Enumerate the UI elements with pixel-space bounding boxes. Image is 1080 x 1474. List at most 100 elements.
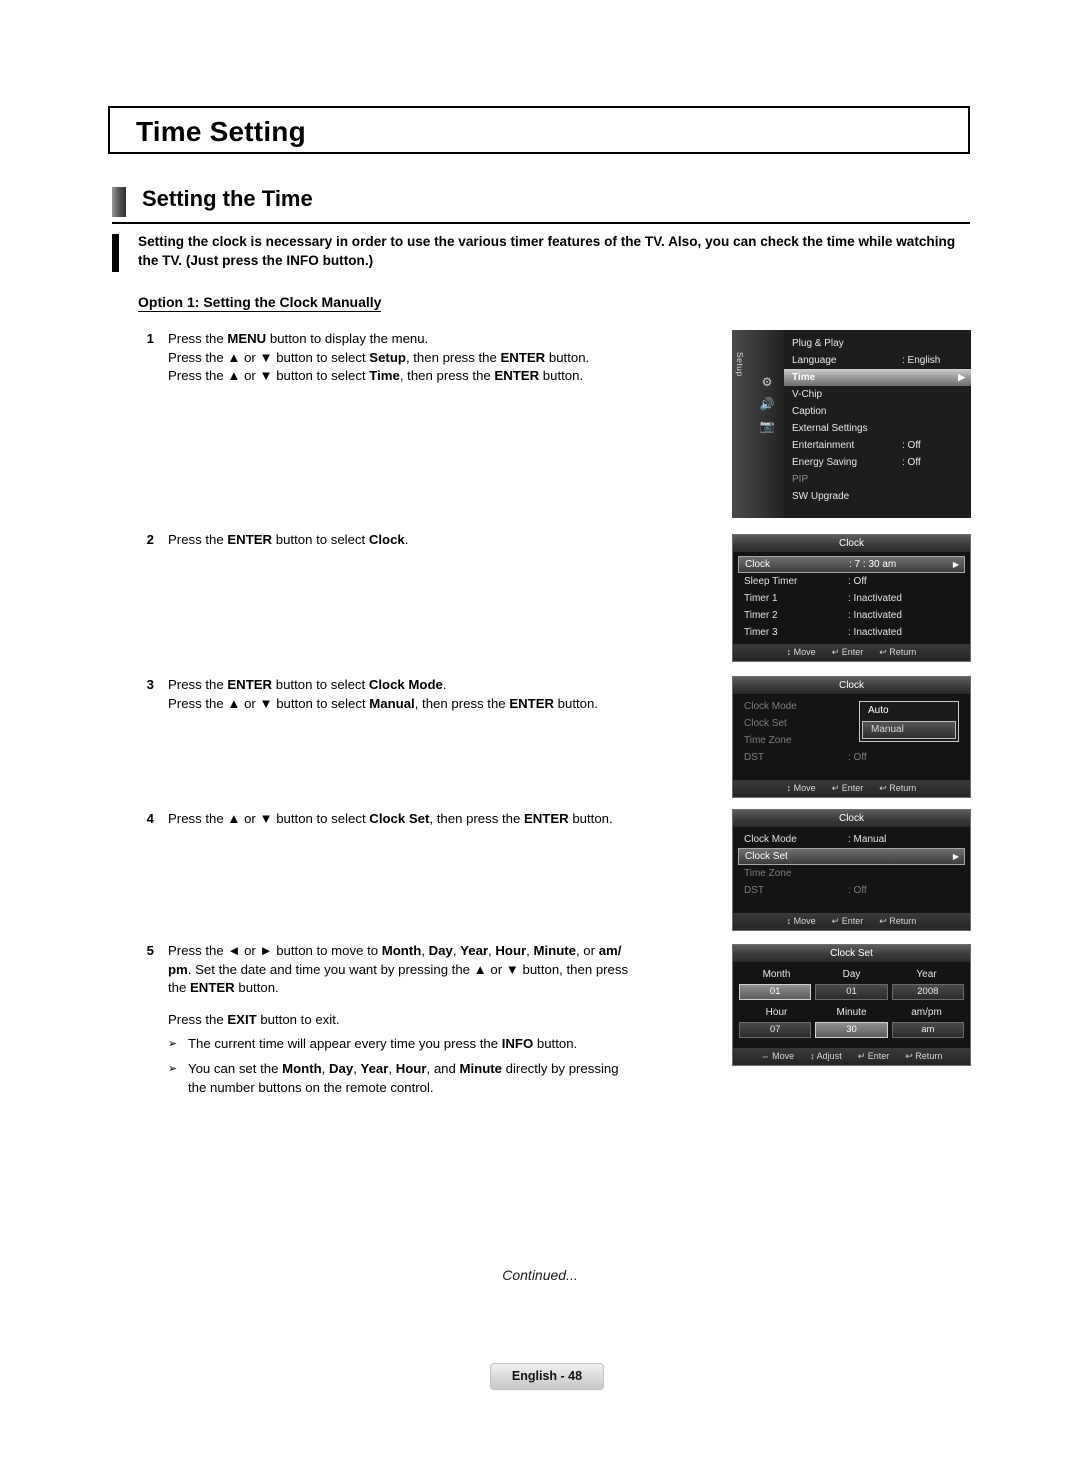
osd-setup-item-plug-play[interactable]: Plug & Play bbox=[784, 335, 971, 352]
step-1-line2-setup: Setup bbox=[369, 349, 406, 365]
header-year: Year bbox=[916, 969, 937, 980]
osd-clock-hints: ↕ Move ↵ Enter ↩ Return bbox=[733, 644, 970, 661]
value: : English bbox=[902, 355, 941, 366]
step-1-line2-c: , then press the bbox=[405, 349, 501, 365]
header-ampm: am/pm bbox=[911, 1007, 942, 1018]
osd-setup-list: Plug & Play Language: English Time ▶ V-Ch… bbox=[784, 330, 971, 518]
step-1-line1-c: button to display the menu. bbox=[266, 331, 429, 346]
osd-row-dst[interactable]: DST : Off bbox=[738, 749, 965, 766]
step-3-line1-e: . bbox=[442, 677, 447, 692]
screen-icon: 📷 bbox=[759, 419, 775, 433]
intro-paragraph: Setting the clock is necessary in order … bbox=[112, 232, 964, 272]
osd-setup-item-energy-saving[interactable]: Energy Saving: Off bbox=[784, 454, 971, 471]
osd-clock-set-editor: Clock Set Month Day Year 01 01 2008 Hour… bbox=[732, 944, 971, 1066]
clock-set-headers-row1: Month Day Year bbox=[739, 967, 964, 983]
label: Clock bbox=[745, 559, 771, 570]
step-5-line1-a: Press the ◄ or ► button to move to bbox=[168, 943, 382, 958]
osd-clock-row-clock[interactable]: Clock: 7 : 30 am ▶ bbox=[738, 556, 965, 573]
osd-setup-item-time[interactable]: Time ▶ bbox=[784, 369, 971, 386]
osd-clock-row-timer-3[interactable]: Timer 3: Inactivated bbox=[738, 624, 965, 641]
header-minute: Minute bbox=[836, 1007, 867, 1018]
osd-setup-item-entertainment[interactable]: Entertainment: Off bbox=[784, 437, 971, 454]
step-5-hour: Hour bbox=[495, 943, 527, 958]
osd-clock-title: Clock bbox=[733, 535, 970, 552]
osd-clock-list: Clock: 7 : 30 am ▶ Sleep Timer: Off Timer… bbox=[733, 556, 970, 641]
step-4-e: button. bbox=[568, 811, 613, 826]
step-5-line4-c: button to exit. bbox=[256, 1012, 340, 1027]
osd-clock-row-timer-1[interactable]: Timer 1: Inactivated bbox=[738, 590, 965, 607]
label: Clock Set bbox=[745, 851, 788, 862]
osd-setup-item-vchip[interactable]: V-Chip bbox=[784, 386, 971, 403]
step-5: 5 Press the ◄ or ► button to move to Mon… bbox=[138, 942, 718, 998]
step-3-body: Press the ENTER button to select Clock M… bbox=[168, 676, 718, 713]
osd-clock-row-timer-2[interactable]: Timer 2: Inactivated bbox=[738, 607, 965, 624]
hint-adjust: ↕ Adjust bbox=[810, 1051, 842, 1061]
step-2-number: 2 bbox=[146, 532, 154, 547]
step-1-line2-a: Press the ▲ or ▼ button to select bbox=[168, 349, 370, 365]
chevron-right-icon: ▶ bbox=[952, 852, 959, 861]
step-1: 1 Press the MENU button to display the m… bbox=[138, 330, 718, 386]
step-2: 2 Press the ENTER button to select Clock… bbox=[138, 531, 718, 550]
step-3-line2-e: button. bbox=[554, 695, 599, 711]
clock-set-headers-row2: Hour Minute am/pm bbox=[739, 1005, 964, 1021]
step-1-line1-a: Press the bbox=[168, 331, 228, 346]
osd-clock-row-sleep-timer[interactable]: Sleep Timer: Off bbox=[738, 573, 965, 590]
step-5-exit-line: Press the EXIT button to exit. bbox=[138, 1011, 718, 1030]
hint-enter: ↵ Enter bbox=[831, 916, 864, 926]
intro-accent-bar bbox=[112, 234, 119, 272]
value-minute[interactable]: 30 bbox=[815, 1022, 888, 1038]
page-title-box: Time Setting bbox=[108, 106, 970, 154]
bullet-2-k: directly by pressing bbox=[502, 1061, 619, 1076]
label: Timer 3 bbox=[744, 627, 778, 638]
osd-clock-mode-dropdown[interactable]: Auto Manual bbox=[859, 701, 959, 742]
step-3-line2-c: , then press the bbox=[414, 695, 510, 711]
step-1-line3-enter: ENTER bbox=[494, 368, 540, 383]
step-5-line3-enter: ENTER bbox=[190, 980, 235, 995]
osd-row-time-zone-2[interactable]: Time Zone bbox=[738, 865, 965, 882]
continued-note: Continued... bbox=[502, 1267, 578, 1283]
value-ampm[interactable]: am bbox=[891, 1022, 964, 1038]
step-1-line2-enter: ENTER bbox=[500, 349, 546, 365]
label: DST bbox=[744, 752, 764, 763]
hint-return: ↩ Return bbox=[879, 916, 917, 926]
value-day[interactable]: 01 bbox=[815, 984, 888, 1000]
step-3-line1-enter: ENTER bbox=[227, 677, 273, 692]
step-5-day: Day bbox=[428, 943, 453, 958]
label: Timer 1 bbox=[744, 593, 778, 604]
label: Plug & Play bbox=[792, 338, 844, 349]
step-5-exit: EXIT bbox=[227, 1012, 257, 1027]
osd-clock-set-select-list: Clock Mode: Manual Clock Set ▶ Time Zone … bbox=[733, 831, 970, 899]
bullet-1-body: The current time will appear every time … bbox=[188, 1035, 728, 1054]
osd-row-clock-set-highlight[interactable]: Clock Set ▶ bbox=[738, 848, 965, 865]
label: Time Zone bbox=[744, 735, 792, 746]
osd-setup-item-external-settings[interactable]: External Settings bbox=[784, 420, 971, 437]
label: SW Upgrade bbox=[792, 491, 850, 502]
dropdown-option-auto[interactable]: Auto bbox=[860, 702, 958, 720]
osd-row-clock-mode-manual[interactable]: Clock Mode: Manual bbox=[738, 831, 965, 848]
osd-setup-item-language[interactable]: Language: English bbox=[784, 352, 971, 369]
step-4-a: Press the ▲ or ▼ button to select bbox=[168, 811, 370, 826]
value: : Manual bbox=[848, 834, 887, 845]
bullet-2-body: You can set the Month, Day, Year, Hour, … bbox=[188, 1060, 728, 1097]
value: : Off bbox=[902, 457, 921, 468]
dropdown-option-manual[interactable]: Manual bbox=[862, 721, 956, 739]
step-2-e: . bbox=[404, 532, 409, 547]
step-2-body: Press the ENTER button to select Clock. bbox=[168, 531, 718, 550]
value-month[interactable]: 01 bbox=[739, 984, 812, 1000]
label: Timer 2 bbox=[744, 610, 778, 621]
step-3-line1-c: button to select bbox=[272, 677, 369, 692]
clock-set-grid: Month Day Year 01 01 2008 Hour Minute am… bbox=[739, 967, 964, 1038]
value-hour[interactable]: 07 bbox=[739, 1022, 812, 1038]
osd-setup-item-sw-upgrade[interactable]: SW Upgrade bbox=[784, 488, 971, 505]
value-year[interactable]: 2008 bbox=[891, 984, 964, 1000]
value: : Off bbox=[848, 752, 867, 763]
osd-clock-set-select-menu: Clock Clock Mode: Manual Clock Set ▶ Time… bbox=[732, 809, 971, 931]
step-3-line1-a: Press the bbox=[168, 677, 228, 692]
bullet-2-a: You can set the bbox=[188, 1061, 283, 1076]
bullet-2-day: Day bbox=[328, 1061, 354, 1076]
step-5-year: Year bbox=[460, 943, 489, 958]
bullet-1: ➢ The current time will appear every tim… bbox=[168, 1035, 728, 1054]
osd-setup-item-caption[interactable]: Caption bbox=[784, 403, 971, 420]
osd-row-dst-2[interactable]: DST: Off bbox=[738, 882, 965, 899]
step-5-ampm: am/ bbox=[598, 943, 622, 958]
